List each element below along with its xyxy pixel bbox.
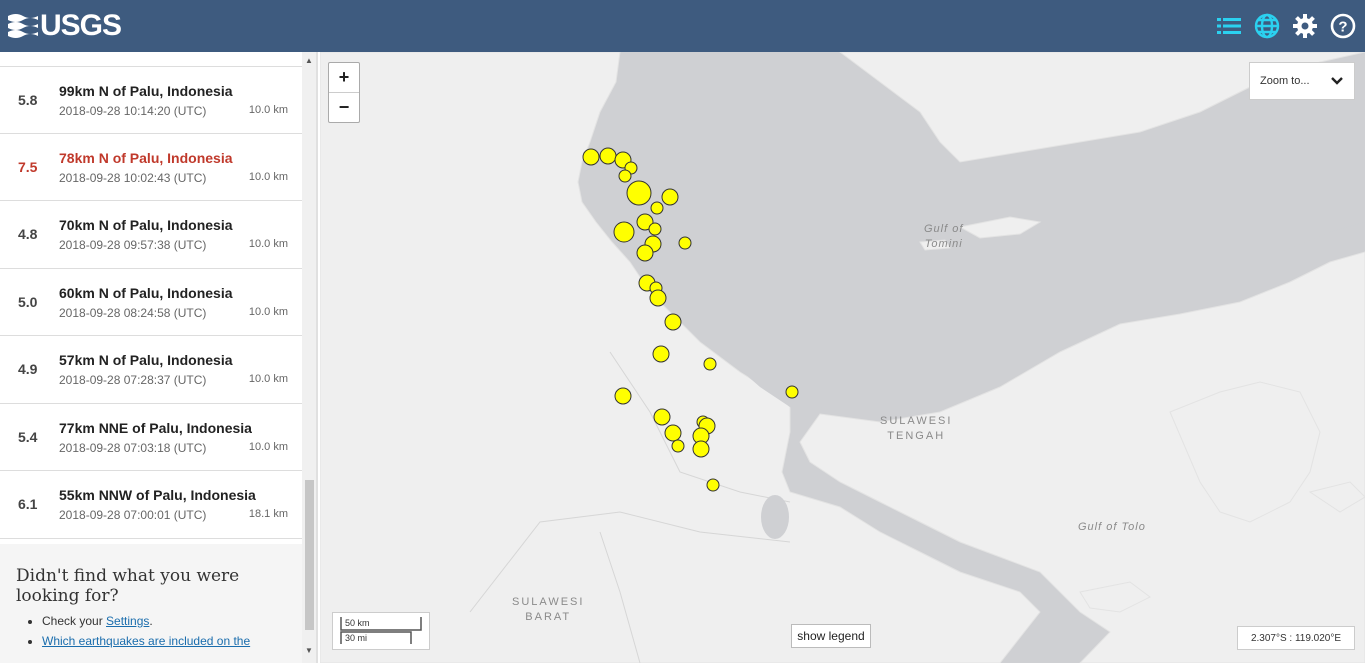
help-item-text: Check your bbox=[42, 614, 107, 628]
help-icon[interactable]: ? bbox=[1329, 12, 1357, 40]
earthquake-item[interactable]: 5.0 60km N of Palu, Indonesia 2018-09-28… bbox=[0, 269, 302, 336]
earthquake-marker[interactable] bbox=[613, 221, 635, 243]
magnitude: 4.8 bbox=[18, 226, 38, 242]
depth: 10.0 km bbox=[248, 440, 288, 453]
zoom-to-dropdown[interactable]: Zoom to... bbox=[1249, 62, 1355, 100]
earthquake-list: 5.8 99km N of Palu, Indonesia 2018-09-28… bbox=[0, 66, 302, 539]
earthquake-item[interactable]: 4.8 70km N of Palu, Indonesia 2018-09-28… bbox=[0, 201, 302, 269]
event-time: 2018-09-28 10:02:43 (UTC) bbox=[59, 170, 207, 185]
magnitude: 5.4 bbox=[18, 428, 38, 445]
depth: 10.0 km bbox=[248, 238, 288, 250]
location: 99km N of Palu, Indonesia bbox=[59, 83, 233, 99]
magnitude: 7.5 bbox=[18, 158, 38, 175]
scroll-up-arrow-icon[interactable]: ▲ bbox=[305, 56, 313, 65]
usgs-logo[interactable]: USGS bbox=[8, 9, 122, 42]
zoom-to-label: Zoom to... bbox=[1260, 75, 1310, 87]
earthquake-marker[interactable] bbox=[636, 244, 654, 262]
help-heading: Didn't find what you were looking for? bbox=[16, 566, 240, 606]
earthquake-marker[interactable] bbox=[618, 169, 632, 183]
zoom-in-button[interactable]: + bbox=[329, 63, 359, 93]
earthquake-marker[interactable] bbox=[703, 357, 717, 371]
map-view[interactable]: Gulf of Tomini SULAWESI TENGAH Gulf of Tol… bbox=[320, 52, 1365, 663]
earthquake-marker[interactable] bbox=[626, 180, 652, 206]
location: 60km N of Palu, Indonesia bbox=[59, 284, 233, 301]
help-item-suffix: . bbox=[149, 614, 153, 628]
magnitude: 4.9 bbox=[18, 361, 38, 377]
earthquake-item[interactable]: 5.8 99km N of Palu, Indonesia 2018-09-28… bbox=[0, 66, 302, 134]
chevron-down-icon bbox=[1331, 77, 1343, 85]
sidebar-scrollbar[interactable]: ▲ ▼ bbox=[302, 52, 316, 663]
gear-icon[interactable] bbox=[1291, 12, 1319, 40]
zoom-control: + − bbox=[328, 62, 360, 123]
earthquake-marker[interactable] bbox=[664, 424, 682, 442]
depth: 10.0 km bbox=[248, 305, 288, 318]
location: 77km NNE of Palu, Indonesia bbox=[59, 419, 252, 436]
earthquake-item[interactable]: 7.5 78km N of Palu, Indonesia 2018-09-28… bbox=[0, 134, 302, 201]
earthquake-item[interactable]: 5.4 77km NNE of Palu, Indonesia 2018-09-… bbox=[0, 404, 302, 471]
magnitude: 5.0 bbox=[18, 293, 38, 310]
event-time: 2018-09-28 07:28:37 (UTC) bbox=[59, 373, 207, 387]
earthquake-marker[interactable] bbox=[652, 345, 670, 363]
earthquake-list-panel: 5.8 99km N of Palu, Indonesia 2018-09-28… bbox=[0, 52, 318, 663]
included-earthquakes-link[interactable]: Which earthquakes are included on the bbox=[42, 634, 250, 648]
earthquake-marker[interactable] bbox=[785, 385, 799, 399]
help-item: Which earthquakes are included on the bbox=[42, 634, 250, 648]
help-section: Didn't find what you were looking for? C… bbox=[0, 544, 302, 663]
earthquake-marker[interactable] bbox=[599, 147, 617, 165]
earthquake-marker[interactable] bbox=[648, 222, 662, 236]
earthquake-marker[interactable] bbox=[649, 289, 667, 307]
earthquake-marker[interactable] bbox=[706, 478, 720, 492]
earthquake-marker[interactable] bbox=[650, 201, 664, 215]
depth: 10.0 km bbox=[248, 170, 288, 183]
earthquake-marker[interactable] bbox=[671, 439, 685, 453]
list-icon[interactable] bbox=[1215, 12, 1243, 40]
help-list: Check your Settings. Which earthquakes a… bbox=[26, 614, 250, 654]
coordinates-display: 2.307°S : 119.020°E bbox=[1237, 626, 1355, 650]
settings-link[interactable]: Settings bbox=[106, 614, 149, 628]
event-time: 2018-09-28 07:03:18 (UTC) bbox=[59, 440, 207, 455]
scale-km: 50 km bbox=[345, 618, 370, 628]
scale-mi: 30 mi bbox=[345, 633, 368, 643]
event-time: 2018-09-28 08:24:58 (UTC) bbox=[59, 305, 207, 320]
depth: 10.0 km bbox=[248, 373, 288, 385]
location: 57km N of Palu, Indonesia bbox=[59, 352, 233, 368]
earthquake-marker[interactable] bbox=[582, 148, 600, 166]
event-time: 2018-09-28 09:57:38 (UTC) bbox=[59, 238, 207, 252]
logo-text: USGS bbox=[40, 9, 122, 42]
scroll-thumb[interactable] bbox=[305, 480, 314, 630]
svg-text:?: ? bbox=[1338, 19, 1347, 36]
show-legend-button[interactable]: show legend bbox=[791, 624, 871, 648]
depth: 10.0 km bbox=[248, 104, 288, 116]
earthquake-markers bbox=[582, 147, 799, 492]
usgs-wave-icon bbox=[8, 14, 38, 38]
earthquake-marker[interactable] bbox=[661, 188, 679, 206]
zoom-out-button[interactable]: − bbox=[329, 93, 359, 122]
earthquake-marker[interactable] bbox=[614, 387, 632, 405]
scroll-down-arrow-icon[interactable]: ▼ bbox=[305, 646, 313, 655]
help-item: Check your Settings. bbox=[42, 614, 250, 628]
event-time: 2018-09-28 10:14:20 (UTC) bbox=[59, 104, 207, 118]
earthquake-marker[interactable] bbox=[678, 236, 692, 250]
earthquake-item[interactable]: 6.1 55km NNW of Palu, Indonesia 2018-09-… bbox=[0, 471, 302, 539]
location: 55km NNW of Palu, Indonesia bbox=[59, 487, 256, 503]
event-time: 2018-09-28 07:00:01 (UTC) bbox=[59, 508, 207, 522]
earthquake-marker[interactable] bbox=[692, 440, 710, 458]
magnitude: 6.1 bbox=[18, 496, 38, 512]
earthquake-marker[interactable] bbox=[664, 313, 682, 331]
earthquake-item[interactable]: 4.9 57km N of Palu, Indonesia 2018-09-28… bbox=[0, 336, 302, 404]
location: 70km N of Palu, Indonesia bbox=[59, 217, 233, 233]
magnitude: 5.8 bbox=[18, 92, 38, 108]
depth: 18.1 km bbox=[248, 508, 288, 520]
app-header: USGS ? bbox=[0, 0, 1365, 52]
map-scale: 50 km 30 mi bbox=[332, 612, 430, 650]
earthquake-marker[interactable] bbox=[653, 408, 671, 426]
location: 78km N of Palu, Indonesia bbox=[59, 149, 233, 166]
globe-icon[interactable] bbox=[1253, 12, 1281, 40]
